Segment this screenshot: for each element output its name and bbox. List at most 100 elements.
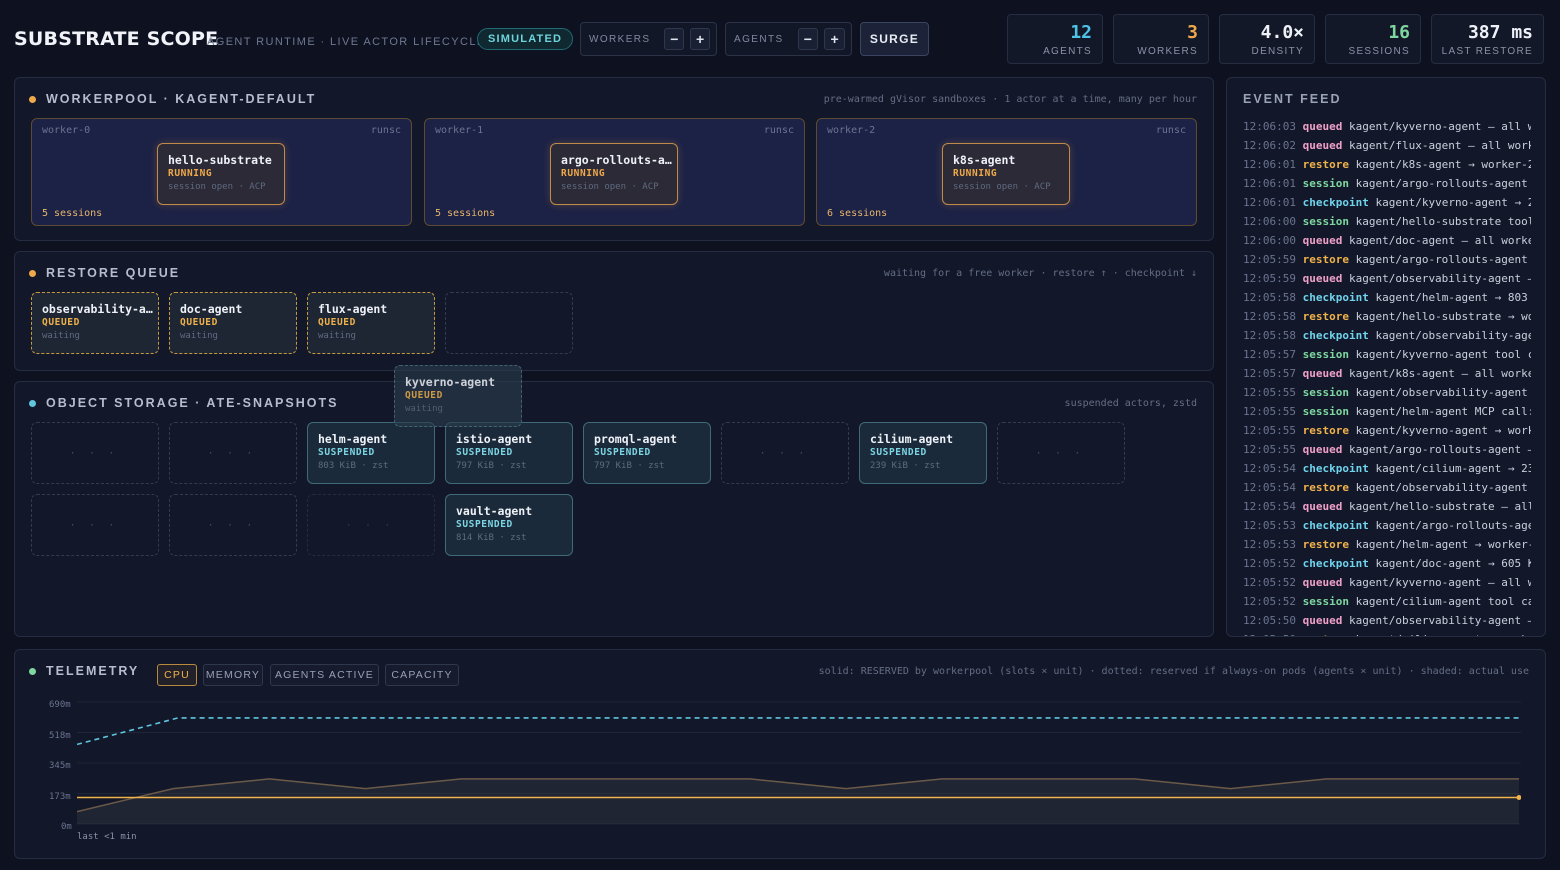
event-message: kagent/helm-agent MCP call:… [1355,405,1531,418]
suspended-agent-card[interactable]: promql-agent SUSPENDED 797 KiB · zst [583,422,711,484]
event-kind: checkpoint [1302,519,1376,532]
empty-storage-slot: · · · [721,422,849,484]
worker-slot[interactable]: worker-2 runsc k8s-agent RUNNING session… [816,118,1197,226]
suspended-agent-card[interactable]: istio-agent SUSPENDED 797 KiB · zst [445,422,573,484]
agent-card-running[interactable]: argo-rollouts-a… RUNNING session open · … [550,143,678,205]
event-row: 12:05:57 session kagent/kyverno-agent to… [1243,348,1531,361]
event-message: kagent/flux-agent — all work… [1348,139,1531,152]
worker-sessions: 6 sessions [827,208,888,219]
event-row: 12:05:54 checkpoint kagent/cilium-agent … [1243,462,1531,475]
suspended-agent-card[interactable]: helm-agent SUSPENDED 803 KiB · zst [307,422,435,484]
surge-button[interactable]: SURGE [860,22,929,56]
agents-control: AGENTS − + [725,22,852,56]
tab-cpu[interactable]: CPU [157,664,197,686]
stat-value: 12 [1070,22,1092,43]
agent-status: QUEUED [318,317,356,328]
event-kind: restore [1302,253,1356,266]
agents-control-label: AGENTS [734,33,784,45]
object-storage-title-text: OBJECT STORAGE · ATE-SNAPSHOTS [46,396,339,410]
event-kind: queued [1302,576,1349,589]
event-time: 12:05:54 [1243,500,1303,513]
event-time: 12:05:58 [1243,291,1303,304]
event-message: kagent/observability-agent … [1355,481,1531,494]
agent-name: cilium-agent [870,432,954,446]
event-message: kagent/argo-rollouts-agent —… [1348,443,1531,456]
agents-decrement-button[interactable]: − [797,28,819,50]
event-time: 12:06:01 [1243,196,1303,209]
workers-decrement-button[interactable]: − [664,28,685,50]
suspended-agent-card[interactable]: cilium-agent SUSPENDED 239 KiB · zst [859,422,987,484]
app-title: SUBSTRATE SCOPE [14,28,219,50]
agent-detail: waiting [42,331,80,341]
event-row: 12:05:52 checkpoint kagent/doc-agent → 6… [1243,557,1531,570]
event-row: 12:06:03 queued kagent/kyverno-agent — a… [1243,120,1531,133]
event-message: kagent/doc-agent → 605 K… [1375,557,1531,570]
event-kind: restore [1303,633,1356,636]
agent-status: QUEUED [180,317,218,328]
event-message: kagent/cilium-agent → worke… [1356,633,1531,636]
event-kind: checkpoint [1302,196,1376,209]
queued-agent-card[interactable]: observability-a… QUEUED waiting [31,292,159,354]
event-kind: session [1302,405,1356,418]
status-dot-icon [29,95,36,103]
empty-storage-slot: · · · [31,494,159,556]
event-time: 12:05:54 [1243,481,1303,494]
agent-card-running[interactable]: k8s-agent RUNNING session open · ACP [942,143,1070,205]
suspended-agent-card[interactable]: vault-agent SUSPENDED 814 KiB · zst [445,494,573,556]
agent-status: SUSPENDED [456,519,513,530]
queued-agent-card[interactable]: doc-agent QUEUED waiting [169,292,297,354]
empty-slot-mark: · · · [1036,445,1086,459]
agent-detail: waiting [318,331,356,341]
agents-increment-button[interactable]: + [824,28,845,50]
empty-storage-slot: · · · [307,494,435,556]
event-kind: restore [1302,424,1356,437]
tab-agents-active[interactable]: AGENTS ACTIVE [270,664,379,686]
worker-slot[interactable]: worker-0 runsc hello-substrate RUNNING s… [31,118,412,226]
y-tick-label: 518m [49,731,71,741]
event-time: 12:05:59 [1243,253,1303,266]
stat-workers: 3 WORKERS [1113,14,1209,64]
in-transit-agent-card[interactable]: kyverno-agent QUEUED waiting [394,365,522,427]
agent-name: promql-agent [594,432,678,446]
tab-capacity[interactable]: CAPACITY [385,664,459,686]
y-tick-label: 345m [49,761,71,771]
event-kind: restore [1302,158,1356,171]
event-message: kagent/kyverno-agent → 2… [1375,196,1531,209]
tab-memory[interactable]: MEMORY [203,664,263,686]
worker-runtime: runsc [1155,125,1186,136]
event-message: kagent/k8s-agent — all worke… [1348,367,1531,380]
event-row: 12:06:01 session kagent/argo-rollouts-ag… [1243,177,1531,190]
event-message: kagent/observability-agent … [1355,386,1531,399]
queued-agent-card[interactable]: flux-agent QUEUED waiting [307,292,435,354]
worker-slot[interactable]: worker-1 runsc argo-rollouts-a… RUNNING … [424,118,805,226]
stat-label: WORKERS [1137,46,1198,57]
event-time: 12:06:03 [1243,120,1303,133]
workers-increment-button[interactable]: + [690,28,710,50]
event-message: kagent/helm-agent → worker-… [1355,538,1531,551]
event-feed-title: EVENT FEED [1243,92,1342,106]
empty-storage-slot: · · · [169,422,297,484]
event-message: kagent/kyverno-agent — all w… [1348,576,1531,589]
event-message: kagent/argo-rollouts-age… [1375,519,1531,532]
event-row: 12:05:53 restore kagent/helm-agent → wor… [1243,538,1531,551]
event-row: 12:05:58 restore kagent/hello-substrate … [1243,310,1531,323]
worker-runtime: runsc [763,125,794,136]
event-kind: session [1302,215,1356,228]
event-time: 12:06:00 [1243,234,1303,247]
stat-label: LAST RESTORE [1441,46,1533,57]
workerpool-title-text: WORKERPOOL · KAGENT-DEFAULT [46,92,317,106]
restore-queue-panel: RESTORE QUEUE waiting for a free worker … [14,251,1214,371]
y-tick-label: 0m [61,822,72,832]
agent-name: flux-agent [318,302,388,316]
event-message: kagent/hello-substrate → wo… [1355,310,1531,323]
agent-detail: waiting [180,331,218,341]
event-kind: session [1302,348,1356,361]
agent-card-running[interactable]: hello-substrate RUNNING session open · A… [157,143,285,205]
event-message: kagent/cilium-agent tool ca… [1355,595,1531,608]
event-kind: checkpoint [1302,291,1376,304]
event-row: 12:05:54 restore kagent/observability-ag… [1243,481,1531,494]
event-time: 12:06:02 [1243,139,1303,152]
event-message: kagent/hello-substrate tool… [1355,215,1531,228]
stat-sessions: 16 SESSIONS [1325,14,1421,64]
agent-name: hello-substrate [168,153,272,167]
